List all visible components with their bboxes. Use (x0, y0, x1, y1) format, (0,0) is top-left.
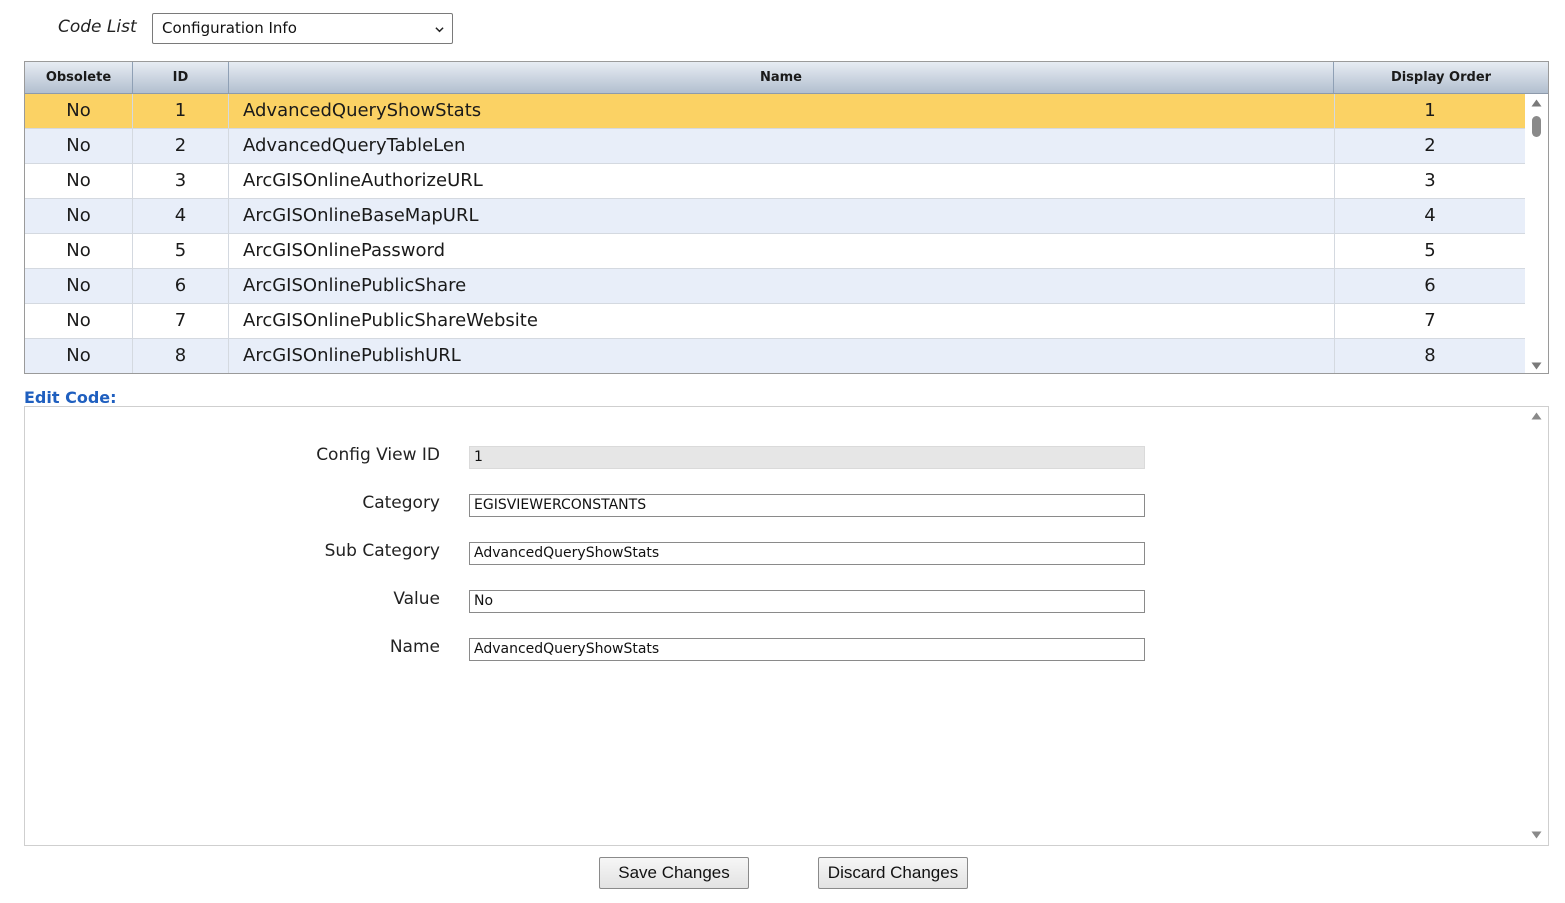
cell-id: 3 (133, 164, 229, 198)
column-header-id[interactable]: ID (133, 62, 229, 93)
field-input: 1 (469, 446, 1145, 469)
cell-id: 8 (133, 339, 229, 373)
grid-body: No 1 AdvancedQueryShowStats 1 No 2 AdvancedQue… (25, 94, 1525, 373)
form-row: Category EGISVIEWERCONSTANTS (25, 489, 1525, 519)
cell-display-order: 5 (1424, 240, 1436, 261)
table-row[interactable]: No 8 ArcGISOnlinePublishURL 8 (25, 339, 1525, 373)
field-input[interactable]: No (469, 590, 1145, 613)
table-row[interactable]: No 7 ArcGISOnlinePublicShareWebsite 7 (25, 304, 1525, 339)
scrollbar-thumb[interactable] (1532, 116, 1541, 137)
cell-name: ArcGISOnlinePassword (229, 234, 1335, 268)
cell-id: 6 (133, 269, 229, 303)
scroll-down-arrow-icon[interactable] (1531, 362, 1542, 370)
code-list-label: Code List (58, 17, 137, 37)
cell-display-order: 4 (1424, 205, 1436, 226)
cell-obsolete: No (25, 234, 133, 268)
cell-name: ArcGISOnlinePublishURL (229, 339, 1335, 373)
table-row[interactable]: No 6 ArcGISOnlinePublicShare 6 (25, 269, 1525, 304)
cell-name: ArcGISOnlinePublicShareWebsite (229, 304, 1335, 338)
grid-header: Obsolete ID Name Display Order (25, 62, 1548, 94)
grid-scrollbar[interactable] (1525, 94, 1548, 373)
form-row: Name AdvancedQueryShowStats (25, 633, 1525, 663)
code-grid: Obsolete ID Name Display Order No 1 Advanc… (24, 61, 1549, 374)
field-input[interactable]: AdvancedQueryShowStats (469, 638, 1145, 661)
form-row: Value No (25, 585, 1525, 615)
cell-id: 4 (133, 199, 229, 233)
field-label: Sub Category (324, 541, 440, 561)
cell-display-order: 2 (1424, 135, 1436, 156)
chevron-down-icon (435, 27, 444, 33)
scroll-down-arrow-icon[interactable] (1531, 831, 1542, 839)
cell-obsolete: No (25, 164, 133, 198)
code-list-row: Code List Configuration Info (0, 0, 1565, 56)
cell-obsolete: No (25, 304, 133, 338)
field-input[interactable]: EGISVIEWERCONSTANTS (469, 494, 1145, 517)
cell-name: ArcGISOnlinePublicShare (229, 269, 1335, 303)
save-changes-button[interactable]: Save Changes (599, 857, 749, 889)
field-label: Value (393, 589, 440, 609)
cell-id: 1 (133, 94, 229, 128)
field-input[interactable]: AdvancedQueryShowStats (469, 542, 1145, 565)
cell-obsolete: No (25, 129, 133, 163)
cell-display-order: 8 (1424, 345, 1436, 366)
edit-panel: Config View ID 1 Category EGISVIEWERCONSTAN… (24, 406, 1549, 846)
cell-name: AdvancedQueryShowStats (229, 94, 1335, 128)
cell-name: ArcGISOnlineAuthorizeURL (229, 164, 1335, 198)
scroll-up-arrow-icon[interactable] (1531, 99, 1542, 107)
cell-id: 2 (133, 129, 229, 163)
table-row[interactable]: No 5 ArcGISOnlinePassword 5 (25, 234, 1525, 269)
cell-name: ArcGISOnlineBaseMapURL (229, 199, 1335, 233)
table-row[interactable]: No 1 AdvancedQueryShowStats 1 (25, 94, 1525, 129)
field-label: Config View ID (316, 445, 440, 465)
cell-obsolete: No (25, 199, 133, 233)
column-header-name[interactable]: Name (229, 62, 1334, 93)
scroll-up-arrow-icon[interactable] (1531, 412, 1542, 420)
cell-name: AdvancedQueryTableLen (229, 129, 1335, 163)
cell-display-order: 3 (1424, 170, 1436, 191)
cell-id: 5 (133, 234, 229, 268)
edit-code-title: Edit Code: (24, 388, 117, 407)
column-header-display-order[interactable]: Display Order (1334, 62, 1548, 93)
cell-display-order: 7 (1424, 310, 1436, 331)
cell-display-order: 1 (1424, 100, 1436, 121)
cell-display-order: 6 (1424, 275, 1436, 296)
field-label: Category (362, 493, 440, 513)
discard-changes-button[interactable]: Discard Changes (818, 857, 968, 889)
cell-obsolete: No (25, 94, 133, 128)
cell-obsolete: No (25, 269, 133, 303)
table-row[interactable]: No 4 ArcGISOnlineBaseMapURL 4 (25, 199, 1525, 234)
cell-id: 7 (133, 304, 229, 338)
form-row: Sub Category AdvancedQueryShowStats (25, 537, 1525, 567)
form-row: Config View ID 1 (25, 441, 1525, 471)
column-header-obsolete[interactable]: Obsolete (25, 62, 133, 93)
code-list-selected-value: Configuration Info (162, 19, 297, 37)
field-label: Name (389, 637, 440, 657)
code-list-select[interactable]: Configuration Info (152, 13, 453, 44)
cell-obsolete: No (25, 339, 133, 373)
table-row[interactable]: No 2 AdvancedQueryTableLen 2 (25, 129, 1525, 164)
table-row[interactable]: No 3 ArcGISOnlineAuthorizeURL 3 (25, 164, 1525, 199)
